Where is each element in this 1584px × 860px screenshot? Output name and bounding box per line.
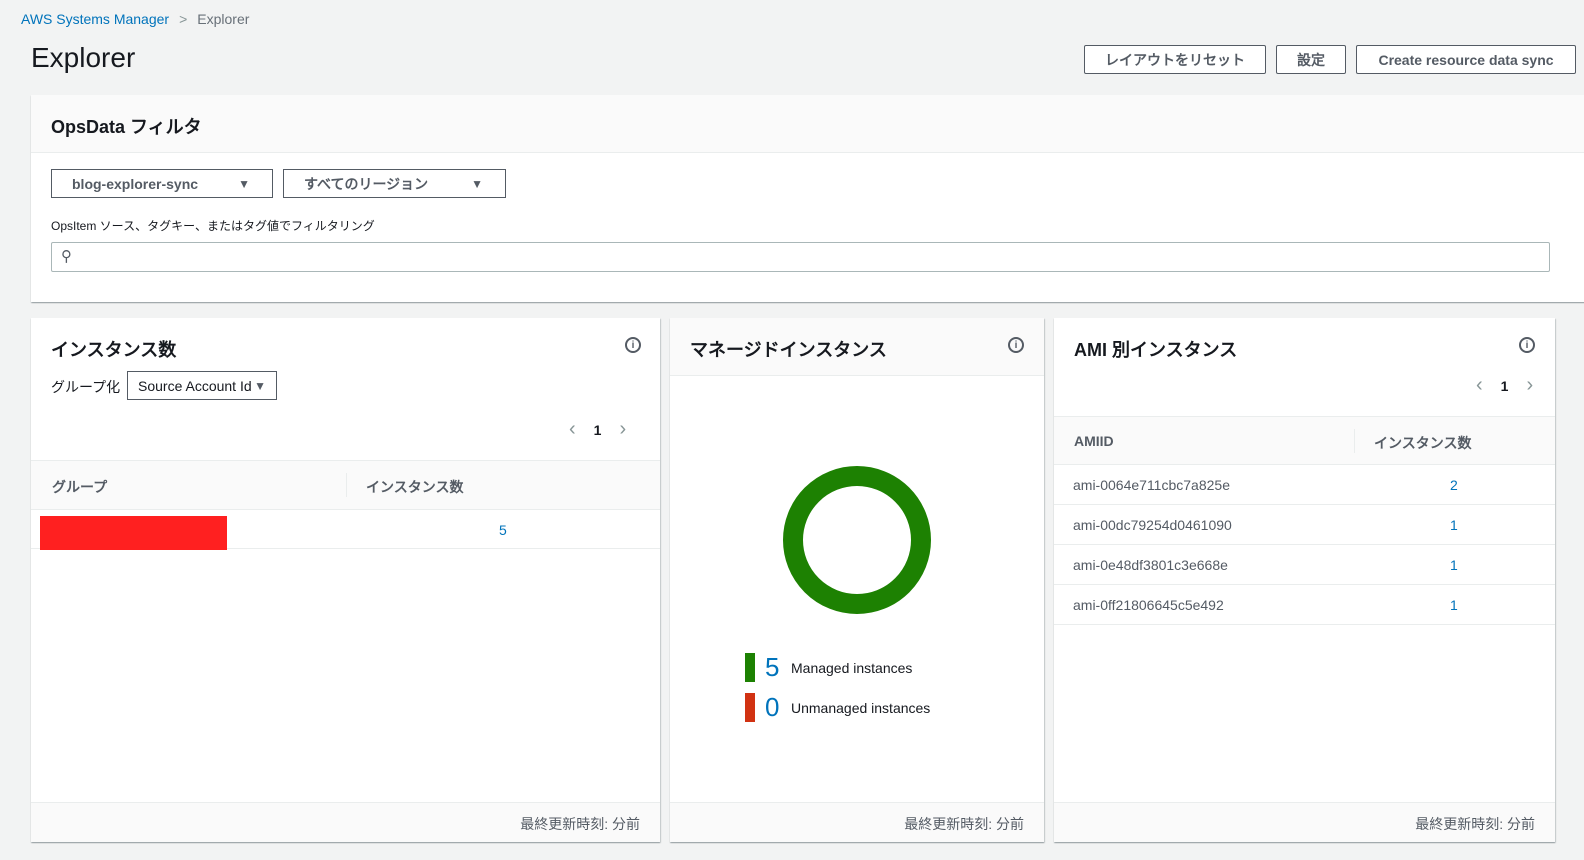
legend-managed-label: Managed instances [791,660,913,676]
legend-unmanaged-swatch [745,693,755,722]
create-resource-data-sync-button[interactable]: Create resource data sync [1356,45,1576,74]
count-link[interactable]: 1 [1450,557,1458,573]
widget-title: インスタンス数 [51,340,177,360]
filter-search-input[interactable]: ⚲ [51,242,1550,272]
unmanaged-count[interactable]: 0 [765,692,779,723]
group-by-label: グループ化 [51,379,121,395]
column-header-group[interactable]: グループ [52,477,107,497]
ami-id: ami-0e48df3801c3e668e [1073,557,1228,573]
count-link[interactable]: 2 [1450,477,1458,493]
info-icon[interactable]: i [625,337,641,353]
redacted-group [40,516,227,550]
info-icon[interactable]: i [1008,337,1024,353]
sync-select-value: blog-explorer-sync [72,175,199,192]
page-number[interactable]: 1 [1501,378,1509,394]
ami-id: ami-00dc79254d0461090 [1073,517,1232,533]
widget-footer: 最終更新時刻: 分前 [670,802,1044,842]
ami-id: ami-0064e711cbc7a825e [1073,477,1230,493]
breadcrumb-current: Explorer [197,11,250,27]
region-select-value: すべてのリージョン [304,175,429,192]
widget-footer: 最終更新時刻: 分前 [31,802,660,842]
instance-count-widget: インスタンス数 i グループ化 Source Account Id ▼ ‹ 1 › グ… [31,318,660,842]
widget-title: マネージドインスタンス [690,340,887,360]
column-header-count[interactable]: インスタンス数 [366,477,463,497]
search-icon: ⚲ [61,248,72,265]
group-by-value: Source Account Id [138,377,252,394]
managed-count[interactable]: 5 [765,652,779,683]
group-by-select[interactable]: Source Account Id ▼ [127,371,277,400]
next-page-icon[interactable]: › [619,418,626,441]
reset-layout-button[interactable]: レイアウトをリセット [1084,45,1266,74]
sync-select[interactable]: blog-explorer-sync ▼ [51,169,273,198]
widget-footer: 最終更新時刻: 分前 [1054,802,1555,842]
breadcrumb: AWS Systems Manager > Explorer [21,11,249,27]
count-link[interactable]: 1 [1450,517,1458,533]
ami-instances-widget: AMI 別インスタンス i ‹ 1 › AMIID インスタンス数 ami-0064… [1054,318,1555,842]
table-row: ami-0ff21806645c5e492 1 [1054,585,1555,625]
last-updated: 最終更新時刻: 分前 [904,816,1024,832]
table-row: ami-0064e711cbc7a825e 2 [1054,465,1555,505]
legend-managed-swatch [745,653,755,682]
table-row: ami-00dc79254d0461090 1 [1054,505,1555,545]
legend-unmanaged-label: Unmanaged instances [791,700,931,716]
chevron-right-icon: > [179,11,188,27]
column-header-count[interactable]: インスタンス数 [1374,433,1471,453]
last-updated: 最終更新時刻: 分前 [1415,816,1535,832]
page-title: Explorer [31,42,136,73]
next-page-icon[interactable]: › [1526,374,1533,397]
caret-down-icon: ▼ [471,177,483,191]
ami-id: ami-0ff21806645c5e492 [1073,597,1224,613]
breadcrumb-systems-manager[interactable]: AWS Systems Manager [21,11,169,27]
managed-donut-chart [783,466,931,614]
caret-down-icon: ▼ [254,379,266,393]
opsdata-filter-panel: OpsData フィルタ blog-explorer-sync ▼ すべてのリージ… [31,95,1584,302]
count-link[interactable]: 5 [499,522,507,538]
table-header: AMIID インスタンス数 [1054,416,1555,465]
column-header-amiid[interactable]: AMIID [1074,433,1114,449]
managed-instances-widget: マネージドインスタンス i 5 Managed instances 0 Unma… [670,318,1044,842]
prev-page-icon[interactable]: ‹ [1476,374,1483,397]
last-updated: 最終更新時刻: 分前 [520,816,640,832]
donut-managed-segment [783,466,931,614]
search-label: OpsItem ソース、タグキー、またはタグ値でフィルタリング [51,219,375,233]
caret-down-icon: ▼ [238,177,250,191]
region-select[interactable]: すべてのリージョン ▼ [283,169,506,198]
table-header: グループ インスタンス数 [31,460,660,510]
table-row: 5 [31,510,660,550]
pagination: ‹ 1 › [569,418,626,441]
info-icon[interactable]: i [1519,337,1535,353]
prev-page-icon[interactable]: ‹ [569,418,576,441]
page-number[interactable]: 1 [594,422,602,438]
filter-title: OpsData フィルタ [51,117,202,137]
widget-title: AMI 別インスタンス [1074,340,1238,360]
pagination: ‹ 1 › [1476,374,1533,397]
count-link[interactable]: 1 [1450,597,1458,613]
table-row: ami-0e48df3801c3e668e 1 [1054,545,1555,585]
settings-button[interactable]: 設定 [1276,45,1346,74]
